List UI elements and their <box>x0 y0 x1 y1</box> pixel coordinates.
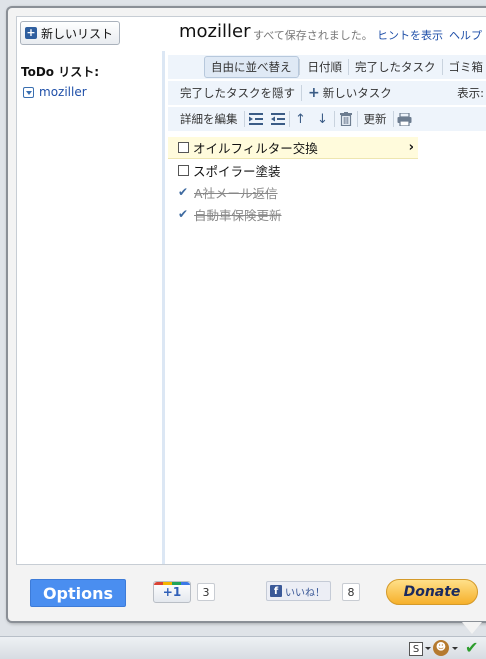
list-title: moziller <box>179 21 251 42</box>
dropdown-icon[interactable] <box>23 86 34 98</box>
task-text[interactable]: スポイラー塗装 <box>193 161 281 180</box>
sidebar-heading: ToDo リスト: <box>21 65 100 79</box>
view-label: 表示: <box>457 86 484 100</box>
task-checkbox[interactable] <box>178 142 189 153</box>
task-text[interactable]: A社メール返信 <box>194 183 278 202</box>
s-addon-icon[interactable]: S <box>409 642 423 656</box>
trash-icon[interactable] <box>335 109 357 129</box>
facebook-icon: f <box>270 585 282 597</box>
google-plus-one-button[interactable]: +1 <box>153 581 191 603</box>
dropdown-arrow-icon[interactable] <box>425 647 431 650</box>
new-list-label: 新しいリスト <box>41 26 114 41</box>
outdent-icon[interactable] <box>267 109 289 129</box>
checkmark-icon[interactable]: ✔ <box>178 207 189 221</box>
trash-tab[interactable]: ゴミ箱 <box>443 59 486 75</box>
indent-icon[interactable] <box>245 109 267 129</box>
task-text[interactable]: オイルフィルター交換 <box>193 138 318 157</box>
sidebar-item-moziller[interactable]: moziller <box>23 85 87 99</box>
plus-square-icon: + <box>25 26 37 39</box>
hide-completed-button[interactable]: 完了したタスクを隠す <box>174 85 301 101</box>
arrow-up-icon[interactable]: ↑ <box>290 109 312 129</box>
task-panel: 自由に並べ替え 日付順 完了したタスク ゴミ箱 完了したタスクを隠す + 新しい… <box>168 51 486 564</box>
divider <box>298 59 300 75</box>
new-task-label: 新しいタスク <box>322 86 392 100</box>
print-icon[interactable] <box>394 109 416 129</box>
checkmark-status-icon[interactable]: ✔ <box>465 638 478 657</box>
plus-one-count: 3 <box>197 583 215 601</box>
dropdown-arrow-icon[interactable] <box>452 647 458 650</box>
edit-toolbar: 詳細を編集 ↑ ↓ 更新 <box>168 107 486 131</box>
checkmark-icon[interactable]: ✔ <box>178 185 189 199</box>
new-list-button[interactable]: + 新しいリスト <box>20 21 121 45</box>
task-row[interactable]: ✔ 自動車保険更新 <box>168 203 486 225</box>
footer-bar: Options +1 3 f いいね！ 8 Donate <box>16 569 486 621</box>
completed-tasks-button[interactable]: 完了したタスク <box>349 59 442 75</box>
save-status: すべて保存されました。 <box>253 29 373 42</box>
plus-icon: + <box>308 85 320 101</box>
sidebar-item-label: moziller <box>39 85 87 99</box>
donate-button[interactable]: Donate <box>386 579 478 605</box>
arrow-down-icon[interactable]: ↓ <box>312 109 334 129</box>
task-text[interactable]: 自動車保険更新 <box>194 205 282 224</box>
sort-by-date-button[interactable]: 日付順 <box>302 59 349 75</box>
edit-details-button[interactable]: 詳細を編集 <box>174 111 244 127</box>
task-row[interactable]: オイルフィルター交換 › <box>168 137 418 159</box>
tasks-frame: + 新しいリスト moziller すべて保存されました。 ヒントを表示 ヘルプ… <box>16 16 486 565</box>
task-row[interactable]: ✔ A社メール返信 <box>168 181 486 203</box>
sidebar: ToDo リスト: moziller <box>17 51 165 564</box>
like-count: 8 <box>342 583 360 601</box>
task-checkbox[interactable] <box>178 164 189 176</box>
show-hints-link[interactable]: ヒントを表示 <box>377 27 443 43</box>
task-action-toolbar: 完了したタスクを隠す + 新しいタスク 表示: <box>168 81 486 105</box>
facebook-like-button[interactable]: f いいね！ <box>266 581 331 601</box>
like-label: いいね！ <box>285 587 325 599</box>
help-link[interactable]: ヘルプ <box>449 27 482 43</box>
new-task-button[interactable]: + 新しいタスク <box>302 85 398 101</box>
browser-status-bar: S ☻ ✔ <box>0 636 486 659</box>
task-row[interactable]: スポイラー塗装 <box>168 159 486 181</box>
options-button[interactable]: Options <box>30 579 126 607</box>
popup-pointer <box>462 622 482 634</box>
chevron-right-icon[interactable]: › <box>409 140 414 155</box>
tasks-popup: + 新しいリスト moziller すべて保存されました。 ヒントを表示 ヘルプ… <box>6 6 486 623</box>
header-bar: + 新しいリスト moziller すべて保存されました。 ヒントを表示 ヘルプ <box>17 17 486 47</box>
sort-toolbar: 自由に並べ替え 日付順 完了したタスク ゴミ箱 <box>168 55 486 79</box>
task-list: オイルフィルター交換 › スポイラー塗装 ✔ A社メール返信 ✔ 自動車保険更新 <box>168 137 486 225</box>
sort-free-button[interactable]: 自由に並べ替え <box>204 56 299 78</box>
refresh-button[interactable]: 更新 <box>358 111 393 127</box>
greasemonkey-icon[interactable]: ☻ <box>433 640 449 656</box>
